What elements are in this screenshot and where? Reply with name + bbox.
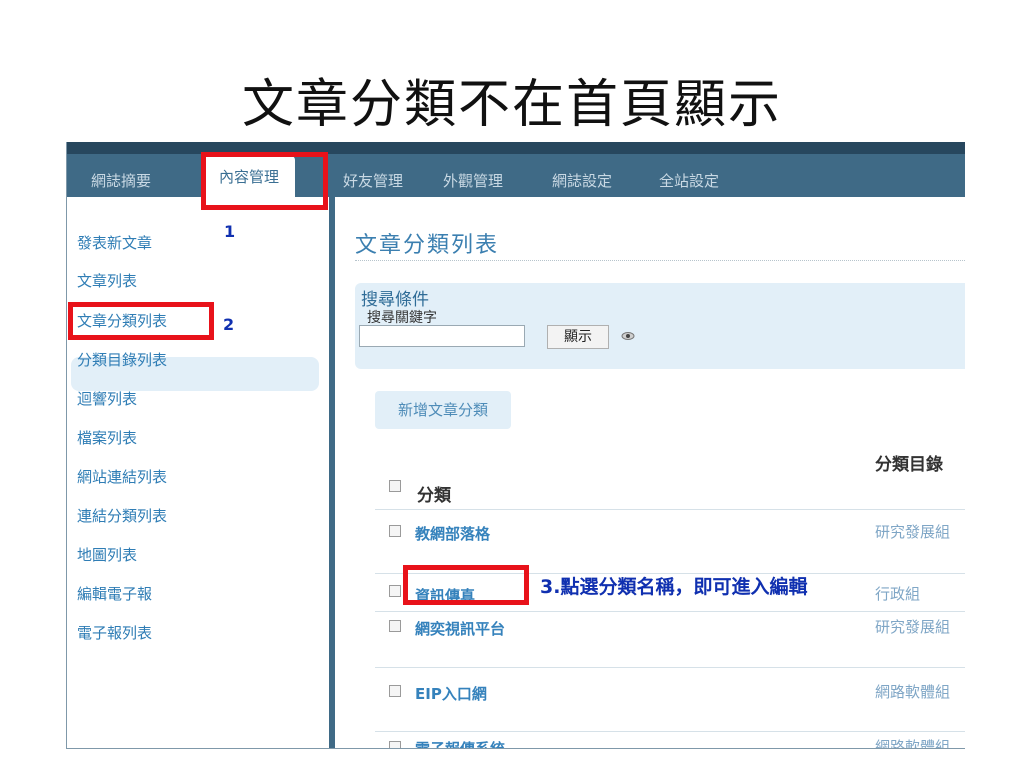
blog-admin-window: 網誌摘要 內容管理 好友管理 外觀管理 網誌設定 全站設定 發表新文章 文章列表… [66,142,965,749]
directory-cell: 研究發展組 [875,618,951,636]
sidebar: 發表新文章 文章列表 文章分類列表 分類目錄列表 迴響列表 檔案列表 網站連結列… [67,197,329,748]
row-checkbox[interactable] [389,620,401,632]
directory-cell: 網路軟體組 [875,738,951,749]
sidebar-item-newsletter-list[interactable]: 電子報列表 [77,622,152,643]
header-divider [375,509,965,510]
directory-cell: 行政組 [875,585,921,603]
step-2-label: 2 [223,315,235,334]
step-3-label: 3.點選分類名稱，即可進入編輯 [540,576,808,598]
row-divider [375,731,965,732]
add-category-button[interactable]: 新增文章分類 [375,391,511,429]
sidebar-item-file-list[interactable]: 檔案列表 [77,427,137,448]
sidebar-item-new-post[interactable]: 發表新文章 [77,232,152,253]
category-link[interactable]: 教網部落格 [415,523,490,544]
row-checkbox[interactable] [389,741,401,748]
directory-cell: 網路軟體組 [875,683,951,701]
sidebar-item-map-list[interactable]: 地圖列表 [77,544,137,565]
row-divider [375,667,965,668]
directory-cell: 研究發展組 [875,523,951,541]
tab-blog-summary[interactable]: 網誌摘要 [91,170,151,191]
category-link[interactable]: 電子報傳系統 [415,738,505,748]
tab-blog-settings[interactable]: 網誌設定 [552,170,612,191]
show-button[interactable]: 顯示 [547,325,609,349]
search-keyword-label: 搜尋關鍵字 [367,310,437,326]
category-link[interactable]: 網奕視訊平台 [415,618,505,639]
sidebar-item-site-link-list[interactable]: 網站連結列表 [77,466,167,487]
sidebar-item-category-directory-list[interactable]: 分類目錄列表 [77,349,167,370]
main-content: 文章分類列表 搜尋條件 搜尋關鍵字 顯示 新增文章分類 分類 分類目錄 教網部落… [335,197,965,748]
title-divider [355,260,965,261]
sidebar-item-link-category-list[interactable]: 連結分類列表 [77,505,167,526]
row-divider [375,611,965,612]
column-header-category[interactable]: 分類 [417,481,451,506]
eye-icon[interactable] [621,329,635,343]
search-keyword-input[interactable] [359,325,525,347]
row-checkbox[interactable] [389,525,401,537]
highlight-box-content-tab [201,152,328,210]
highlight-box-category-list [68,302,214,340]
slide-title: 文章分類不在首頁顯示 [241,75,782,135]
sidebar-item-post-list[interactable]: 文章列表 [77,270,137,291]
tab-site-settings[interactable]: 全站設定 [659,170,719,191]
category-link[interactable]: EIP入口網 [415,683,487,704]
search-panel: 搜尋條件 搜尋關鍵字 顯示 [355,283,965,369]
column-header-directory[interactable]: 分類目錄 [875,454,955,476]
row-checkbox[interactable] [389,585,401,597]
sidebar-item-comment-list[interactable]: 迴響列表 [77,388,137,409]
page-title: 文章分類列表 [355,233,500,258]
tab-friends-management[interactable]: 好友管理 [343,170,403,191]
sidebar-item-edit-newsletter[interactable]: 編輯電子報 [77,583,152,604]
tab-appearance-management[interactable]: 外觀管理 [443,170,503,191]
step-1-label: 1 [224,222,236,241]
row-checkbox[interactable] [389,685,401,697]
highlight-box-category-name [403,565,529,605]
select-all-checkbox[interactable] [389,480,401,492]
